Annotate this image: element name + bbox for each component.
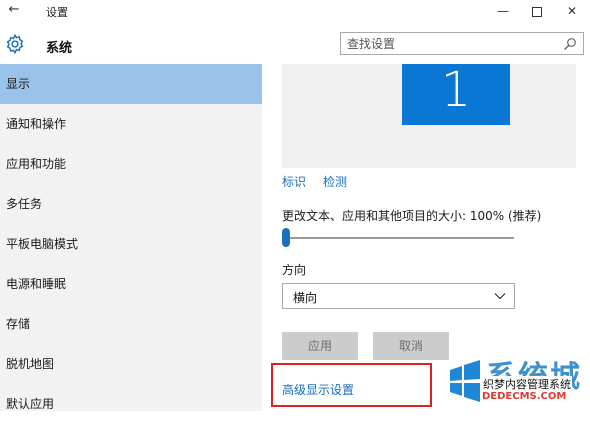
orientation-dropdown[interactable]: 横向 — [282, 283, 515, 309]
title-bar: ← 设置 — ✕ — [0, 0, 590, 22]
apply-button[interactable]: 应用 — [282, 332, 358, 360]
sidebar-item-display[interactable]: 显示 — [0, 64, 262, 104]
scale-slider-thumb[interactable] — [282, 228, 290, 247]
orientation-label: 方向 — [282, 263, 307, 277]
watermark: 系统城 织梦内容管理系统 DEDECMS.COM — [438, 356, 590, 411]
search-input[interactable] — [347, 35, 557, 52]
sidebar-item-multitasking[interactable]: 多任务 — [0, 184, 262, 224]
window-title: 设置 — [46, 6, 68, 19]
sidebar-item-default-apps[interactable]: 默认应用 — [0, 384, 262, 424]
monitor-tile[interactable]: 1 — [402, 64, 510, 125]
scale-label: 更改文本、应用和其他项目的大小: 100% (推荐) — [282, 209, 542, 223]
back-arrow-icon[interactable]: ← — [6, 2, 22, 18]
sidebar-item-storage[interactable]: 存储 — [0, 304, 262, 344]
close-button[interactable]: ✕ — [555, 0, 589, 22]
sidebar: 显示 通知和操作 应用和功能 多任务 平板电脑模式 电源和睡眠 存储 脱机地图 … — [0, 64, 262, 411]
sidebar-item-offline-maps[interactable]: 脱机地图 — [0, 344, 262, 384]
watermark-text-2: DEDECMS.COM — [482, 391, 567, 402]
scale-slider-track[interactable] — [284, 237, 514, 239]
highlight-box — [271, 363, 432, 407]
chevron-down-icon — [494, 293, 506, 300]
sidebar-item-tablet-mode[interactable]: 平板电脑模式 — [0, 224, 262, 264]
detect-link[interactable]: 检测 — [323, 173, 347, 190]
identify-link[interactable]: 标识 — [282, 173, 306, 190]
page-title: 系统 — [46, 41, 73, 56]
orientation-value: 横向 — [293, 291, 318, 305]
sidebar-item-power-sleep[interactable]: 电源和睡眠 — [0, 264, 262, 304]
minimize-button[interactable]: — — [486, 0, 520, 22]
search-icon[interactable] — [563, 37, 577, 51]
windows-logo-icon — [450, 360, 480, 402]
gear-icon — [6, 33, 24, 55]
search-box[interactable] — [340, 32, 584, 55]
maximize-button[interactable] — [520, 0, 554, 22]
sidebar-item-apps-features[interactable]: 应用和功能 — [0, 144, 262, 184]
watermark-text-1: 织梦内容管理系统 — [482, 376, 572, 392]
sidebar-item-notifications[interactable]: 通知和操作 — [0, 104, 262, 144]
maximize-icon — [532, 6, 542, 17]
